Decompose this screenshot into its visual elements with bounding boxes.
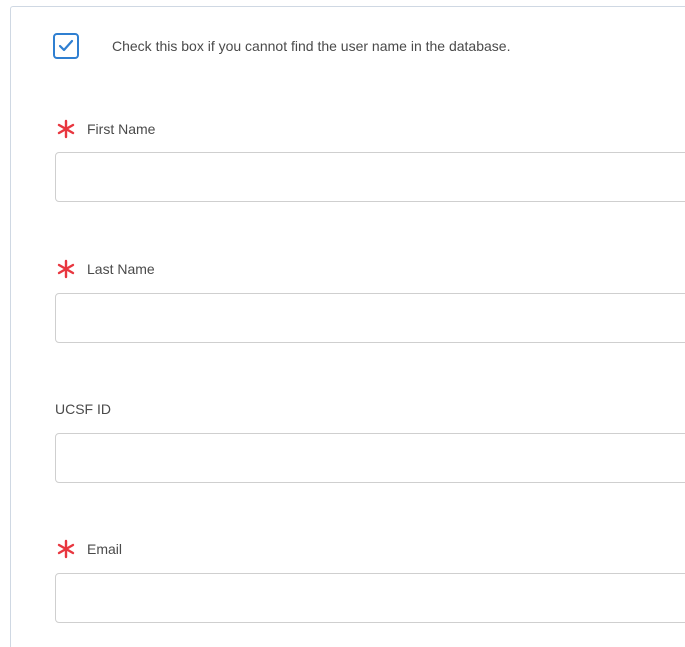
first-name-input[interactable] <box>55 152 685 202</box>
email-label: Email <box>87 541 123 557</box>
required-asterisk-icon <box>55 539 77 559</box>
not-in-database-row: Check this box if you cannot find the us… <box>53 33 510 59</box>
required-asterisk-icon <box>55 119 77 139</box>
not-in-database-label: Check this box if you cannot find the us… <box>112 38 511 54</box>
ucsf-id-input[interactable] <box>55 433 685 483</box>
ucsf-id-field: UCSF ID <box>55 399 685 483</box>
email-label-row: Email <box>55 539 685 559</box>
ucsf-id-label: UCSF ID <box>55 401 111 417</box>
not-in-database-checkbox[interactable] <box>53 33 79 59</box>
last-name-input[interactable] <box>55 293 685 343</box>
first-name-label: First Name <box>87 121 156 137</box>
ucsf-id-label-row: UCSF ID <box>55 399 685 419</box>
last-name-field: Last Name <box>55 259 685 343</box>
last-name-label-row: Last Name <box>55 259 685 279</box>
checkmark-icon <box>58 39 74 52</box>
email-input[interactable] <box>55 573 685 623</box>
email-field: Email <box>55 539 685 623</box>
last-name-label: Last Name <box>87 261 155 277</box>
first-name-label-row: First Name <box>55 119 685 139</box>
required-asterisk-icon <box>55 259 77 279</box>
first-name-field: First Name <box>55 119 685 202</box>
